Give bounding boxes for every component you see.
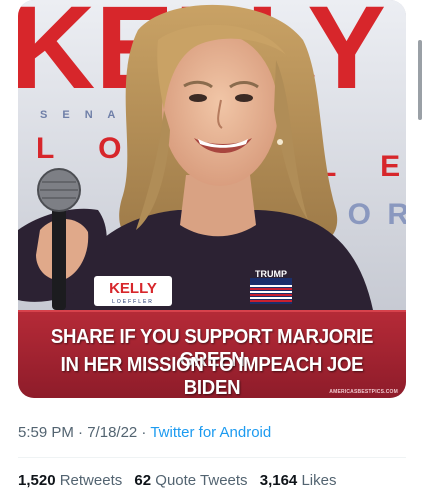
trump-flag-pin: TRUMP [250,269,292,304]
sign-lo-text: L O [36,132,139,165]
retweets-count: 1,520 [18,472,56,489]
scrollbar-thumb[interactable] [418,40,422,120]
sign-le-text: L E [318,150,406,183]
meta-separator: · [137,424,151,441]
quote-tweets-count: 62 [134,472,152,489]
tweet-source-link[interactable]: Twitter for Android [150,424,271,441]
kelly-loeffler-pin: KELLY LOEFFLER [94,276,172,306]
pin-loeffler-text: LOEFFLER [112,299,154,305]
tweet-stats: 1,520 Retweets 62 Quote Tweets 3,164 Lik… [18,472,344,489]
retweets-stat[interactable]: 1,520 Retweets [18,472,122,489]
likes-stat[interactable]: 3,164 Likes [260,472,337,489]
likes-label: Likes [301,472,337,489]
pin-kelly-text: KELLY [109,280,157,297]
meta-separator: · [73,424,88,441]
tweet-date[interactable]: 7/18/22 [87,424,137,441]
photo-woman-with-microphone: KELLY S E N A T O R L O L E T O R [18,0,406,310]
tweet-meta: 5:59 PM · 7/18/22 · Twitter for Android [18,424,271,441]
retweets-label: Retweets [59,472,123,489]
watermark-text: AMERICASBESTPICS.COM [329,389,398,395]
tweet-time[interactable]: 5:59 PM [18,424,74,441]
quote-tweets-stat[interactable]: 62 Quote Tweets [134,472,247,489]
quote-tweets-label: Quote Tweets [155,472,248,489]
tweet-media-image[interactable]: KELLY S E N A T O R L O L E T O R [18,0,406,398]
likes-count: 3,164 [259,472,298,489]
caption-banner: SHARE IF YOU SUPPORT MARJORIE GREEN IN H… [18,310,406,398]
flag-pin-text: TRUMP [255,269,287,279]
divider [18,457,406,458]
